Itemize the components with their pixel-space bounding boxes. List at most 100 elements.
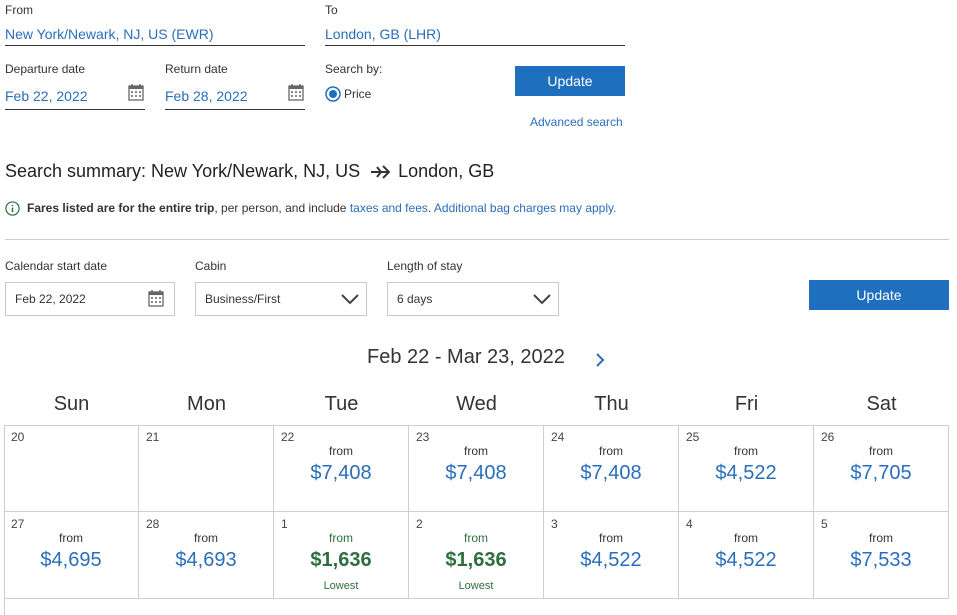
update-calendar-button[interactable]: Update <box>809 280 949 310</box>
day-number: 2 <box>416 517 423 531</box>
calendar-day-cell[interactable]: 3 from $4,522 <box>544 512 679 599</box>
length-of-stay-value: 6 days <box>397 292 433 306</box>
calendar-day-cell: 21 <box>139 425 274 512</box>
from-underline <box>5 45 305 46</box>
airplane-icon <box>371 164 391 179</box>
summary-prefix: Search summary: <box>5 161 147 181</box>
fare-price[interactable]: $7,408 <box>544 462 678 485</box>
day-number: 22 <box>281 430 295 444</box>
calendar-day-cell[interactable]: 4 from $4,522 <box>679 512 814 599</box>
fare-from-label: from <box>734 444 758 458</box>
fare-from-label: from <box>734 531 758 545</box>
fare-price[interactable]: $4,522 <box>679 462 813 485</box>
info-icon <box>5 201 20 216</box>
summary-destination: London, GB <box>398 161 495 181</box>
return-date-field[interactable]: Feb 28, 2022 <box>165 88 248 104</box>
to-underline <box>325 45 625 46</box>
calendar-icon[interactable] <box>128 83 144 101</box>
radio-selected-icon[interactable] <box>325 86 341 102</box>
fare-from-label: from <box>599 531 623 545</box>
day-number: 26 <box>821 430 835 444</box>
calendar-day-cell[interactable]: 26 from $7,705 <box>814 425 949 512</box>
fare-price[interactable]: $4,693 <box>139 549 273 572</box>
advanced-search-link[interactable]: Advanced search <box>530 115 623 129</box>
fare-price[interactable]: $1,636 <box>409 549 543 572</box>
chevron-right-icon[interactable] <box>593 352 607 368</box>
fare-from-label: from <box>329 444 353 458</box>
price-radio-label[interactable]: Price <box>344 87 371 101</box>
weekday-sat: Sat <box>866 393 897 415</box>
weekday-sun: Sun <box>53 393 90 415</box>
fares-note: Fares listed are for the entire trip, pe… <box>27 201 616 215</box>
from-label: From <box>5 3 33 17</box>
to-label: To <box>325 3 338 17</box>
fare-from-label: from <box>194 531 218 545</box>
day-number: 24 <box>551 430 565 444</box>
fare-price[interactable]: $7,408 <box>274 462 408 485</box>
calendar-icon[interactable] <box>148 289 164 307</box>
return-date-label: Return date <box>165 62 228 76</box>
calendar-day-cell[interactable]: 28 from $4,693 <box>139 512 274 599</box>
day-number: 4 <box>686 517 693 531</box>
calendar-start-label: Calendar start date <box>5 259 108 273</box>
calendar-day-cell[interactable]: 24 from $7,408 <box>544 425 679 512</box>
weekday-tue: Tue <box>324 393 359 415</box>
calendar-day-cell[interactable]: 22 from $7,408 <box>274 425 409 512</box>
fare-from-label: from <box>329 531 353 545</box>
fares-note-text: , per person, and include <box>214 201 350 215</box>
to-field[interactable]: London, GB (LHR) <box>325 26 441 42</box>
weekday-wed: Wed <box>456 393 497 415</box>
fare-from-label: from <box>869 531 893 545</box>
day-number: 3 <box>551 517 558 531</box>
calendar-day-cell[interactable]: 27 from $4,695 <box>4 512 139 599</box>
calendar-day-cell: 20 <box>4 425 139 512</box>
cabin-label: Cabin <box>195 259 227 273</box>
fare-from-label: from <box>59 531 83 545</box>
fare-price[interactable]: $7,705 <box>814 462 948 485</box>
lowest-fare-badge: Lowest <box>323 580 359 592</box>
fares-note-bold: Fares listed are for the entire trip <box>27 201 215 215</box>
cabin-select-value: Business/First <box>205 292 281 306</box>
day-number: 25 <box>686 430 700 444</box>
calendar-day-cell[interactable]: 1 from $1,636 Lowest <box>274 512 409 599</box>
chevron-down-icon[interactable] <box>340 292 360 306</box>
lowest-fare-badge: Lowest <box>458 580 494 592</box>
day-number: 23 <box>416 430 430 444</box>
calendar-range-title: Feb 22 - Mar 23, 2022 <box>367 346 565 368</box>
bag-charges-link[interactable]: Additional bag charges may apply. <box>434 201 617 215</box>
calendar-day-cell[interactable]: 23 from $7,408 <box>409 425 544 512</box>
summary-origin: New York/Newark, NJ, US <box>151 161 361 181</box>
chevron-down-icon[interactable] <box>532 292 552 306</box>
departure-date-field[interactable]: Feb 22, 2022 <box>5 88 88 104</box>
search-summary-title: Search summary: New York/Newark, NJ, US … <box>5 161 494 182</box>
fare-price[interactable]: $7,533 <box>814 549 948 572</box>
from-field[interactable]: New York/Newark, NJ, US (EWR) <box>5 26 213 42</box>
day-number: 1 <box>281 517 288 531</box>
divider <box>5 239 949 240</box>
calendar-day-cell[interactable]: 2 from $1,636 Lowest <box>409 512 544 599</box>
length-of-stay-label: Length of stay <box>387 259 463 273</box>
weekday-fri: Fri <box>734 393 759 415</box>
search-by-label: Search by: <box>325 62 383 76</box>
calendar-start-date-value: Feb 22, 2022 <box>15 292 86 306</box>
weekday-mon: Mon <box>187 393 226 415</box>
return-underline <box>165 109 305 110</box>
day-number: 20 <box>11 430 25 444</box>
departure-date-label: Departure date <box>5 62 86 76</box>
fare-price[interactable]: $7,408 <box>409 462 543 485</box>
weekday-thu: Thu <box>594 393 629 415</box>
departure-underline <box>5 109 145 110</box>
fare-from-label: from <box>464 531 488 545</box>
calendar-day-cell[interactable]: 25 from $4,522 <box>679 425 814 512</box>
fare-from-label: from <box>869 444 893 458</box>
fare-price[interactable]: $4,695 <box>4 549 138 572</box>
day-number: 27 <box>11 517 25 531</box>
calendar-icon[interactable] <box>288 83 304 101</box>
taxes-fees-link[interactable]: taxes and fees <box>350 201 428 215</box>
fare-price[interactable]: $4,522 <box>544 549 678 572</box>
fare-price[interactable]: $1,636 <box>274 549 408 572</box>
calendar-day-cell[interactable]: 5 from $7,533 <box>814 512 949 599</box>
fare-price[interactable]: $4,522 <box>679 549 813 572</box>
update-search-button[interactable]: Update <box>515 66 625 96</box>
calendar-grid: 20 21 22 from $7,408 23 from $7,408 24 from $7,408… <box>4 425 949 615</box>
